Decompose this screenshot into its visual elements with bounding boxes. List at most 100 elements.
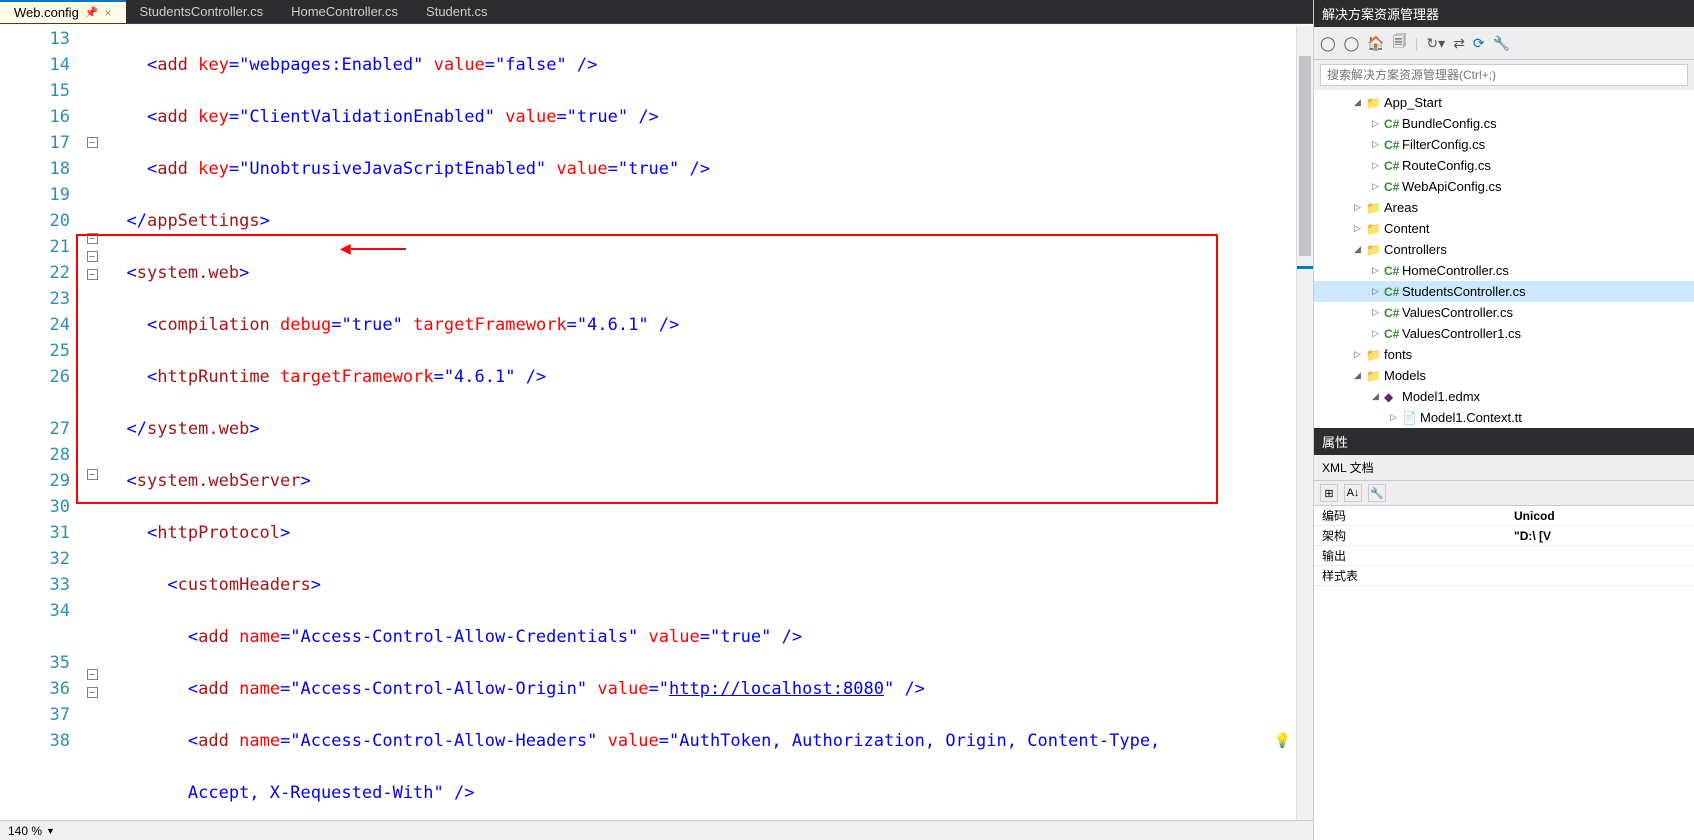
tab-web-config[interactable]: Web.config📌× <box>0 0 126 23</box>
expand-icon[interactable]: ▷ <box>1372 118 1384 129</box>
expand-icon[interactable]: ◢ <box>1354 244 1366 255</box>
home-icon[interactable]: 🏠 <box>1367 35 1384 52</box>
categorize-icon[interactable]: ⊞ <box>1320 484 1338 502</box>
close-icon[interactable]: × <box>105 6 112 20</box>
expand-icon[interactable]: ▷ <box>1354 223 1366 234</box>
back-icon[interactable]: ◯ <box>1320 35 1336 52</box>
tree-item-label: HomeController.cs <box>1402 263 1509 278</box>
tree-item[interactable]: ◢📁Controllers <box>1314 239 1694 260</box>
line-gutter: 1314151617181920212223242526272829303132… <box>0 26 82 820</box>
folder-icon: 📁 <box>1366 348 1384 362</box>
tree-item-label: ValuesController1.cs <box>1402 326 1521 341</box>
fold-icon[interactable]: − <box>87 137 98 148</box>
tree-item[interactable]: ◢📁App_Start <box>1314 92 1694 113</box>
file-icon: 📄 <box>1402 411 1420 425</box>
fold-icon[interactable]: − <box>87 469 98 480</box>
tree-item[interactable]: ▷C#WebApiConfig.cs <box>1314 176 1694 197</box>
folder-icon: 📁 <box>1366 201 1384 215</box>
csharp-icon: C# <box>1384 285 1402 299</box>
expand-icon[interactable]: ◢ <box>1354 370 1366 381</box>
tree-item[interactable]: ▷📁Areas <box>1314 197 1694 218</box>
forward-icon[interactable]: ◯ <box>1344 35 1360 52</box>
fold-icon[interactable]: − <box>87 233 98 244</box>
tree-item[interactable]: ▷C#ValuesController.cs <box>1314 302 1694 323</box>
fold-icon[interactable]: − <box>87 269 98 280</box>
tree-item[interactable]: ▷📁Content <box>1314 218 1694 239</box>
tree-item-label: App_Start <box>1384 95 1442 110</box>
code-content[interactable]: <add key="webpages:Enabled" value="false… <box>102 26 1313 820</box>
tree-item-label: Model1.edmx <box>1402 389 1480 404</box>
tree-item[interactable]: ▷C#HomeController.cs <box>1314 260 1694 281</box>
property-row[interactable]: 样式表 <box>1314 566 1694 586</box>
expand-icon[interactable]: ▷ <box>1390 412 1402 423</box>
expand-icon[interactable]: ▷ <box>1372 286 1384 297</box>
alphabetize-icon[interactable]: A↓ <box>1344 484 1362 502</box>
tree-item-label: Models <box>1384 368 1426 383</box>
csharp-icon: C# <box>1384 138 1402 152</box>
editor-tabs: Web.config📌× StudentsController.cs HomeC… <box>0 0 1313 24</box>
folder-icon: 📁 <box>1366 96 1384 110</box>
csharp-icon: C# <box>1384 180 1402 194</box>
tab-students-controller[interactable]: StudentsController.cs <box>126 0 278 23</box>
light-bulb-icon[interactable]: 💡 <box>1274 728 1291 754</box>
tree-item-label: StudentsController.cs <box>1402 284 1526 299</box>
properties-subtitle: XML 文档 <box>1314 455 1694 481</box>
tree-item[interactable]: ▷📄Model1.Context.tt <box>1314 407 1694 428</box>
expand-icon[interactable]: ▷ <box>1372 307 1384 318</box>
property-row[interactable]: 输出 <box>1314 546 1694 566</box>
collapse-icon[interactable]: ⇄ <box>1453 35 1465 52</box>
expand-icon[interactable]: ▷ <box>1372 328 1384 339</box>
expand-icon[interactable]: ▷ <box>1372 160 1384 171</box>
refresh2-icon[interactable]: ⟳ <box>1473 35 1485 52</box>
tab-home-controller[interactable]: HomeController.cs <box>277 0 412 23</box>
folder-icon: 📁 <box>1366 369 1384 383</box>
tree-item-label: BundleConfig.cs <box>1402 116 1497 131</box>
expand-icon[interactable]: ▷ <box>1372 181 1384 192</box>
pin-icon: 📌 <box>85 6 99 19</box>
tree-item-label: Controllers <box>1384 242 1447 257</box>
property-key: 编码 <box>1314 507 1514 524</box>
solution-explorer-title: 解决方案资源管理器 <box>1314 0 1694 27</box>
code-editor[interactable]: 1314151617181920212223242526272829303132… <box>0 24 1313 820</box>
fold-icon[interactable]: − <box>87 687 98 698</box>
tab-student[interactable]: Student.cs <box>412 0 501 23</box>
wrench-icon[interactable]: 🔧 <box>1368 484 1386 502</box>
csharp-icon: C# <box>1384 327 1402 341</box>
tree-item-label: Content <box>1384 221 1430 236</box>
zoom-level[interactable]: 140 % ▼ <box>0 820 1313 840</box>
fold-column: − − − − − − − <box>82 26 102 820</box>
solution-tree[interactable]: ◢📁App_Start▷C#BundleConfig.cs▷C#FilterCo… <box>1314 90 1694 428</box>
expand-icon[interactable]: ▷ <box>1372 265 1384 276</box>
fold-icon[interactable]: − <box>87 669 98 680</box>
refresh-icon[interactable]: ↻▾ <box>1426 35 1445 52</box>
property-key: 架构 <box>1314 527 1514 544</box>
properties-toolbar: ⊞ A↓ 🔧 <box>1314 481 1694 506</box>
property-key: 输出 <box>1314 547 1514 564</box>
tree-item[interactable]: ▷C#RouteConfig.cs <box>1314 155 1694 176</box>
tree-item[interactable]: ◢◆Model1.edmx <box>1314 386 1694 407</box>
vertical-scrollbar[interactable] <box>1296 26 1313 820</box>
tree-item[interactable]: ▷C#StudentsController.cs <box>1314 281 1694 302</box>
expand-icon[interactable]: ◢ <box>1372 391 1384 402</box>
tree-item[interactable]: ▷C#BundleConfig.cs <box>1314 113 1694 134</box>
expand-icon[interactable]: ▷ <box>1354 349 1366 360</box>
tree-item[interactable]: ◢📁Models <box>1314 365 1694 386</box>
expand-icon[interactable]: ▷ <box>1354 202 1366 213</box>
tree-item-label: fonts <box>1384 347 1412 362</box>
csharp-icon: C# <box>1384 306 1402 320</box>
expand-icon[interactable]: ◢ <box>1354 97 1366 108</box>
fold-icon[interactable]: − <box>87 251 98 262</box>
tree-item[interactable]: ▷C#FilterConfig.cs <box>1314 134 1694 155</box>
csharp-icon: C# <box>1384 264 1402 278</box>
properties-grid[interactable]: 编码Unicod架构"D:\ [V输出样式表 <box>1314 506 1694 840</box>
search-input[interactable] <box>1320 64 1688 86</box>
property-row[interactable]: 架构"D:\ [V <box>1314 526 1694 546</box>
property-row[interactable]: 编码Unicod <box>1314 506 1694 526</box>
tree-item[interactable]: ▷📁fonts <box>1314 344 1694 365</box>
tree-item[interactable]: ▷C#ValuesController1.cs <box>1314 323 1694 344</box>
folder-icon: 📁 <box>1366 222 1384 236</box>
sync-icon[interactable]: 🗐 <box>1393 31 1407 55</box>
properties-icon[interactable]: 🔧 <box>1493 35 1510 52</box>
csharp-icon: C# <box>1384 159 1402 173</box>
expand-icon[interactable]: ▷ <box>1372 139 1384 150</box>
